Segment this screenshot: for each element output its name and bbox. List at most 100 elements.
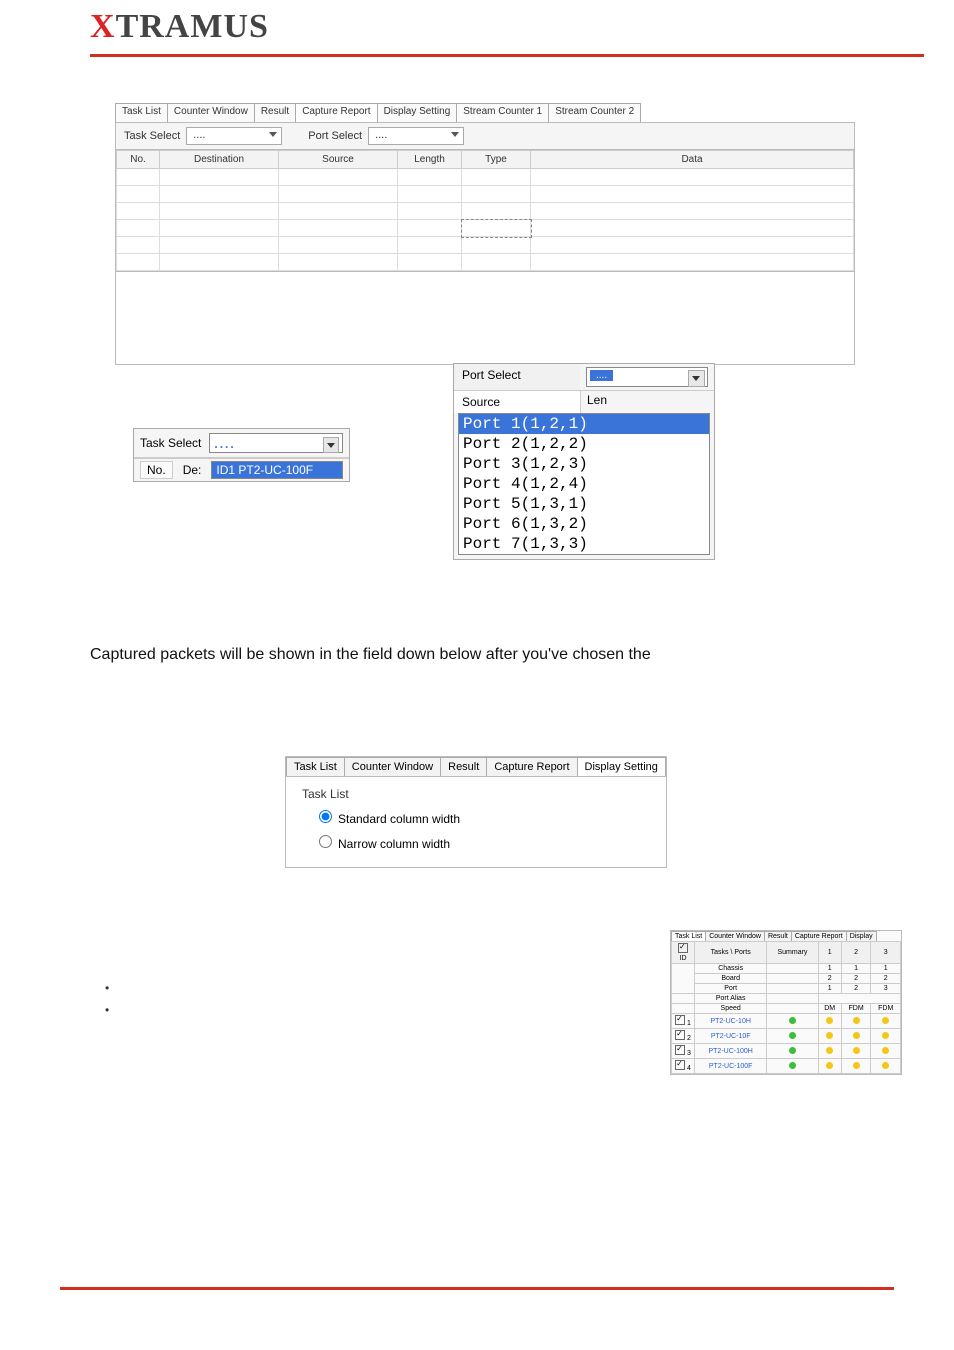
task-name[interactable]: PT2-UC-10H [695,1014,767,1029]
mini-tab-display[interactable]: Display [846,931,877,941]
task-name[interactable]: PT2-UC-100F [695,1059,767,1074]
mini-tab-task-list[interactable]: Task List [671,931,706,941]
logo: XTRAMUS [90,8,269,46]
port-option[interactable]: Port 5(1,3,1) [459,494,709,514]
header-rule [90,54,924,57]
task-name[interactable]: PT2-UC-100H [695,1044,767,1059]
port-select-open-label: Port Select [454,364,580,390]
source-label: Source [454,391,581,413]
status-dot-icon [882,1047,889,1054]
task-option[interactable]: ID1 PT2-UC-100F [212,462,342,478]
row-speed: Speed [695,1004,767,1014]
tab-capture-report[interactable]: Capture Report [295,103,377,122]
hdr-3: 3 [871,942,901,964]
checkbox-icon[interactable] [675,1045,685,1055]
tab-counter-window[interactable]: Counter Window [167,103,255,122]
task-select-dropdown[interactable]: .... [186,127,282,145]
status-dot-icon [789,1032,796,1039]
tab-capture-report-c[interactable]: Capture Report [486,757,577,776]
hdr-tasks: Tasks \ Ports [695,942,767,964]
mini-tab-capture[interactable]: Capture Report [791,931,847,941]
radio-standard[interactable]: Standard column width [314,807,650,826]
tab-counter-window-c[interactable]: Counter Window [344,757,441,776]
task-select-open-label: Task Select [140,436,201,450]
status-dot-icon [826,1047,833,1054]
caption-text: Captured packets will be shown in the fi… [90,646,651,664]
mini-tab-counter[interactable]: Counter Window [705,931,765,941]
col-no[interactable]: No. [117,151,160,169]
status-dot-icon [853,1062,860,1069]
status-dot-icon [882,1032,889,1039]
chevron-down-icon [269,132,277,137]
tab-display-setting-c[interactable]: Display Setting [577,757,666,776]
col-length[interactable]: Length [398,151,462,169]
port-option[interactable]: Port 7(1,3,3) [459,534,709,554]
port-select-value: .... [375,129,387,141]
len-prefix: Len [587,393,607,407]
port-option[interactable]: Port 2(1,2,2) [459,434,709,454]
tabs-c: Task ListCounter WindowResultCapture Rep… [286,757,666,776]
task-select-open-field[interactable]: .... [209,433,343,453]
tab-task-list[interactable]: Task List [115,103,168,122]
radio-standard-input[interactable] [319,810,332,823]
radio-narrow-label: Narrow column width [338,837,450,851]
port-option[interactable]: Port 6(1,3,2) [459,514,709,534]
tab-result-c[interactable]: Result [440,757,487,776]
task-select-label: Task Select [124,130,180,142]
hdr-2: 2 [841,942,871,964]
status-dot-icon [853,1017,860,1024]
col-destination[interactable]: Destination [160,151,279,169]
logo-x: X [90,8,116,45]
footer-rule [60,1287,894,1290]
hdr-summary: Summary [767,942,818,964]
hdr-id: ID [680,955,687,962]
row-alias: Port Alias [695,994,767,1004]
tab-result[interactable]: Result [254,103,296,122]
status-dot-icon [853,1047,860,1054]
status-dot-icon [826,1062,833,1069]
status-dot-icon [826,1032,833,1039]
tab-task-list-c[interactable]: Task List [286,757,345,776]
group-title: Task List [302,787,650,801]
col-source[interactable]: Source [279,151,398,169]
chevron-down-icon [451,132,459,137]
task-select-open: Task Select .... No. De: ID1 PT2-UC-100F [133,428,350,482]
port-select-open: Port Select .... Source Len Port 1(1,2,1… [453,363,715,560]
status-dot-icon [789,1047,796,1054]
port-option[interactable]: Port 4(1,2,4) [459,474,709,494]
port-option[interactable]: Port 1(1,2,1) [459,414,709,434]
task-select-value: .... [193,129,205,141]
checkbox-icon[interactable] [675,1015,685,1025]
port-option[interactable]: Port 3(1,2,3) [459,454,709,474]
hdr-1: 1 [818,942,841,964]
col-type[interactable]: Type [462,151,531,169]
display-setting-panel: Task ListCounter WindowResultCapture Rep… [285,756,667,868]
tab-stream-counter-2[interactable]: Stream Counter 2 [548,103,641,122]
task-name[interactable]: PT2-UC-10F [695,1029,767,1044]
port-select-open-field[interactable]: .... [586,367,708,387]
de-prefix: De: [183,463,202,477]
status-dot-icon [853,1032,860,1039]
checkbox-icon[interactable] [675,1060,685,1070]
status-dot-icon [882,1062,889,1069]
status-dot-icon [882,1017,889,1024]
radio-narrow[interactable]: Narrow column width [314,832,650,851]
checkbox-icon[interactable] [675,1030,685,1040]
tab-stream-counter-1[interactable]: Stream Counter 1 [456,103,549,122]
status-dot-icon [826,1017,833,1024]
capture-grid: No. Destination Source Length Type Data [115,150,855,272]
no-cell: No. [140,461,173,479]
selector-bar: Task Select .... Port Select .... [115,122,855,150]
port-option-list: Port 1(1,2,1) Port 2(1,2,2) Port 3(1,2,3… [458,413,710,555]
checkbox-icon[interactable] [678,943,688,953]
mini-tab-result[interactable]: Result [764,931,792,941]
tab-display-setting[interactable]: Display Setting [377,103,458,122]
bullet-1 [105,977,121,999]
capture-report-panel: Task ListCounter WindowResultCapture Rep… [115,103,855,365]
radio-narrow-input[interactable] [319,835,332,848]
chevron-down-icon [688,370,705,387]
col-data[interactable]: Data [531,151,854,169]
row-board: Board [695,974,767,984]
port-select-dropdown[interactable]: .... [368,127,464,145]
dropdown-examples: Task Select .... No. De: ID1 PT2-UC-100F… [133,363,713,508]
